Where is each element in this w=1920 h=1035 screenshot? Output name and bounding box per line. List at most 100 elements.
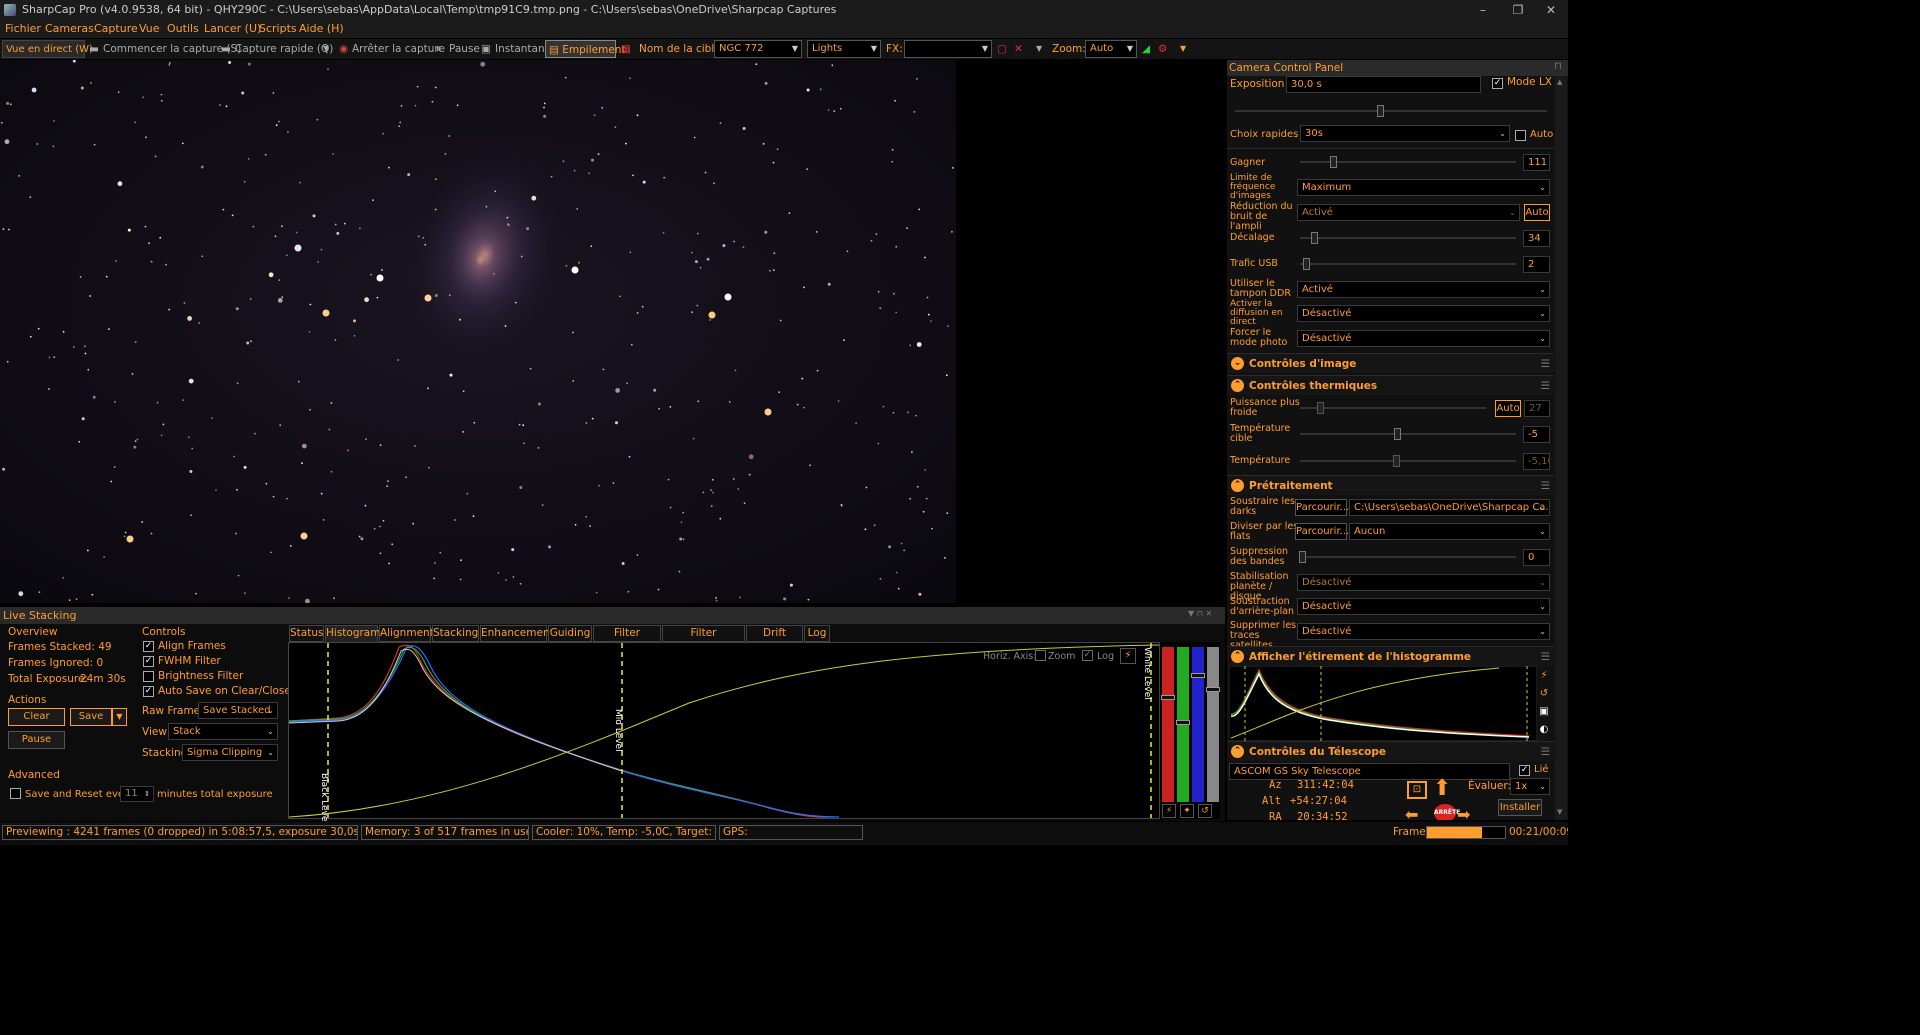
auto-save-checkbox[interactable]: ✓: [143, 686, 154, 697]
save-dropdown-icon[interactable]: ▼: [112, 708, 127, 726]
banding-slider[interactable]: [1299, 551, 1516, 563]
selection-rect-icon[interactable]: ▢: [997, 40, 1007, 58]
raw-frames-select[interactable]: Save Stacked ⌄: [198, 702, 278, 719]
offset-slider-handle[interactable]: [1311, 232, 1318, 244]
quick-choice-select[interactable]: 30s ⌄: [1300, 125, 1510, 142]
toolbar-dropdown-icon[interactable]: ▼: [1180, 40, 1186, 58]
target-name-input[interactable]: NGC 772 ▼: [714, 40, 802, 58]
offset-slider[interactable]: [1300, 232, 1516, 244]
ddr-select[interactable]: Activé ⌄: [1297, 281, 1550, 298]
red-channel-slider[interactable]: [1161, 647, 1175, 802]
flats-browse-button[interactable]: Parcourir...: [1295, 523, 1349, 540]
zoom-checkbox[interactable]: [1035, 650, 1046, 661]
arrow-right-icon[interactable]: ➡: [1457, 805, 1470, 820]
thermal-controls-header[interactable]: ⌃ Contrôles thermiques ☰: [1227, 375, 1554, 395]
amp-noise-auto-button[interactable]: Auto: [1524, 204, 1550, 221]
banding-input[interactable]: 0: [1523, 549, 1550, 566]
preprocessing-header[interactable]: ⌃ Prétraitement ☰: [1227, 475, 1554, 495]
cooler-auto-button[interactable]: Auto: [1495, 400, 1521, 417]
histogram-graph[interactable]: Black Level Mid Level White Level Horiz.…: [288, 642, 1160, 824]
menu-lancer[interactable]: Lancer (U): [204, 20, 261, 38]
lightning-icon[interactable]: ⚡: [1120, 648, 1136, 664]
tab-filter-brightness[interactable]: Filter (Brightness): [662, 625, 745, 654]
view-select[interactable]: Stack ⌄: [168, 723, 278, 740]
cooler-power-slider-handle[interactable]: [1317, 402, 1324, 414]
frame-type-select[interactable]: Lights ▼: [807, 40, 881, 58]
blue-channel-handle[interactable]: [1191, 673, 1205, 678]
more-dropdown-icon[interactable]: ▼: [1036, 40, 1042, 58]
pause-button[interactable]: Pause: [449, 40, 480, 58]
stop-capture-button[interactable]: Arrêter la capture: [352, 40, 445, 58]
stepper-icon[interactable]: ⇕: [144, 787, 150, 801]
quick-auto-checkbox[interactable]: [1515, 130, 1526, 141]
gain-slider-handle[interactable]: [1330, 156, 1337, 168]
minimize-button[interactable]: –: [1466, 0, 1500, 20]
linked-checkbox[interactable]: ✓: [1519, 765, 1530, 776]
tab-stacking[interactable]: Stacking: [432, 625, 479, 642]
luminance-channel-slider[interactable]: [1206, 647, 1220, 802]
clear-button[interactable]: Clear: [8, 708, 65, 726]
reset-icon[interactable]: ↺: [1198, 804, 1212, 818]
cooler-power-slider[interactable]: [1300, 402, 1486, 414]
brightness-filter-checkbox[interactable]: [143, 671, 154, 682]
histogram-stretch-graph[interactable]: [1229, 666, 1537, 741]
tab-drift-graph[interactable]: Drift Graph: [746, 625, 803, 654]
menu-aide[interactable]: Aide (H): [299, 20, 344, 38]
tab-guiding[interactable]: Guiding: [548, 625, 592, 642]
live-stream-select[interactable]: Désactivé ⌄: [1297, 305, 1550, 322]
panel-dropdown-icon[interactable]: ▼ ⊓ ✕: [1188, 609, 1212, 618]
target-temp-input[interactable]: -5: [1523, 426, 1550, 443]
offset-input[interactable]: 34: [1523, 230, 1550, 247]
green-channel-handle[interactable]: [1176, 720, 1190, 725]
bg-subtract-select[interactable]: Désactivé ⌄: [1297, 598, 1550, 615]
gain-slider[interactable]: [1300, 156, 1516, 168]
align-frames-checkbox[interactable]: ✓: [143, 641, 154, 652]
tab-filter-fwhm[interactable]: Filter (FWHM): [593, 625, 661, 654]
green-channel-slider[interactable]: [1176, 647, 1190, 802]
settings-gear-icon[interactable]: ⚙: [1158, 40, 1167, 58]
sync-icon[interactable]: ⊡: [1407, 781, 1427, 799]
crosshair-icon[interactable]: ✕: [1014, 40, 1023, 58]
save-button[interactable]: Save: [70, 708, 112, 726]
panel-pin-icon[interactable]: ⊓: [1554, 61, 1562, 72]
live-image-view[interactable]: [0, 60, 956, 603]
menu-icon[interactable]: ☰: [1541, 476, 1550, 496]
usb-traffic-input[interactable]: 2: [1523, 256, 1550, 273]
tab-alignment[interactable]: Alignment: [379, 625, 434, 642]
contrast-icon[interactable]: ◐: [1537, 721, 1551, 739]
quick-capture-button[interactable]: Capture rapide (Q): [235, 40, 333, 58]
stacking-button[interactable]: ▤ Empilement: [545, 40, 626, 58]
menu-scripts[interactable]: Scripts: [259, 20, 297, 38]
tab-enhancement[interactable]: Enhancement: [480, 625, 554, 642]
restore-button[interactable]: ❐: [1501, 0, 1535, 20]
histogram-icon[interactable]: ◢: [1142, 40, 1150, 58]
menu-icon[interactable]: ☰: [1541, 742, 1550, 762]
menu-outils[interactable]: Outils: [167, 20, 199, 38]
telescope-controls-header[interactable]: ⌃ Contrôles du Télescope ☰: [1227, 741, 1554, 761]
auto-stretch-icon[interactable]: ⚡: [1162, 804, 1176, 818]
snapshot-button[interactable]: Instantané: [495, 40, 551, 58]
stacking-mode-select[interactable]: Sigma Clipping ⌄: [182, 744, 278, 761]
red-channel-handle[interactable]: [1161, 695, 1175, 700]
exposure-slider-handle[interactable]: [1377, 105, 1384, 117]
scroll-down-icon[interactable]: ▼: [1557, 808, 1562, 816]
arrow-left-icon[interactable]: ⬅: [1405, 805, 1418, 820]
lightning-icon[interactable]: ⚡: [1537, 667, 1551, 685]
save-icon[interactable]: ▣: [1537, 703, 1551, 721]
arrow-up-icon[interactable]: ⬆: [1433, 778, 1451, 800]
exposure-slider[interactable]: [1235, 105, 1547, 117]
photo-mode-select[interactable]: Désactivé ⌄: [1297, 330, 1550, 347]
menu-icon[interactable]: ☰: [1541, 376, 1550, 396]
rate-select[interactable]: 1x ⌄: [1510, 778, 1550, 795]
tab-log[interactable]: Log: [804, 625, 830, 642]
menu-cameras[interactable]: Cameras: [45, 20, 94, 38]
gain-input[interactable]: 111: [1523, 154, 1550, 171]
image-controls-header[interactable]: ⌄ Contrôles d'image ☰: [1227, 353, 1554, 373]
blue-channel-slider[interactable]: [1191, 647, 1205, 802]
install-button[interactable]: Installer: [1498, 799, 1542, 816]
stop-button[interactable]: ARRÊTE: [1434, 804, 1460, 820]
flats-select[interactable]: Aucun ⌄: [1349, 523, 1550, 540]
usb-traffic-slider-handle[interactable]: [1303, 258, 1310, 270]
sat-trails-select[interactable]: Désactivé ⌄: [1297, 623, 1550, 640]
banding-slider-handle[interactable]: [1299, 551, 1306, 563]
